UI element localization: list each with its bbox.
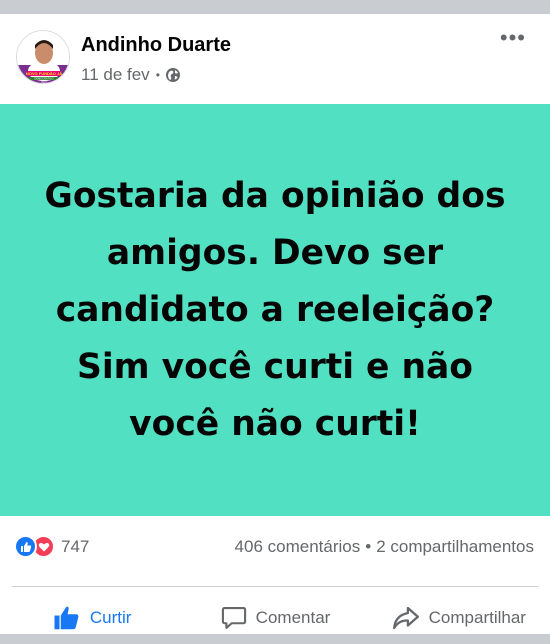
avatar-image: NOVO FUNDÃO JÁ DEMOCRATICO 2021 [17,31,69,84]
thumbs-up-icon [54,606,79,630]
more-options-icon[interactable]: ••• [500,27,526,49]
stats-separator: • [365,537,372,556]
shares-count[interactable]: 2 compartilhamentos [376,537,534,556]
meta-separator: • [155,68,160,82]
avatar-caption-1: NOVO FUNDÃO JÁ [26,71,62,76]
status-banner: Gostaria da opinião dos amigos. Devo ser… [0,104,550,516]
post-card: NOVO FUNDÃO JÁ DEMOCRATICO 2021 Andinho … [0,14,550,634]
engagement-summary: 406 comentários • 2 compartilhamentos [235,537,534,557]
actions-divider [12,586,538,587]
globe-icon[interactable] [165,67,181,83]
comments-count[interactable]: 406 comentários [235,537,361,556]
post-timestamp[interactable]: 11 de fev [81,65,150,85]
reaction-count: 747 [61,536,90,556]
avatar[interactable]: NOVO FUNDÃO JÁ DEMOCRATICO 2021 [16,30,70,84]
feed-background-top [0,0,550,14]
like-button-label: Curtir [89,608,132,627]
post-meta: 11 de fev • [81,65,181,85]
avatar-caption-2: DEMOCRATICO [34,76,53,80]
banner-text: Gostaria da opinião dos amigos. Devo ser… [44,175,506,444]
reactions-summary[interactable]: 747 [14,535,89,558]
share-button-label: Compartilhar [428,608,526,627]
avatar-caption-3: 2021 [41,80,47,84]
comment-button-label: Comentar [255,608,331,627]
post-stats: 747 406 comentários • 2 compartilhamentos [0,533,550,561]
like-reaction-icon [14,535,37,558]
share-icon [392,606,419,630]
author-name[interactable]: Andinho Duarte [81,34,231,57]
post-header: NOVO FUNDÃO JÁ DEMOCRATICO 2021 Andinho … [0,14,550,104]
comment-icon [221,607,246,629]
